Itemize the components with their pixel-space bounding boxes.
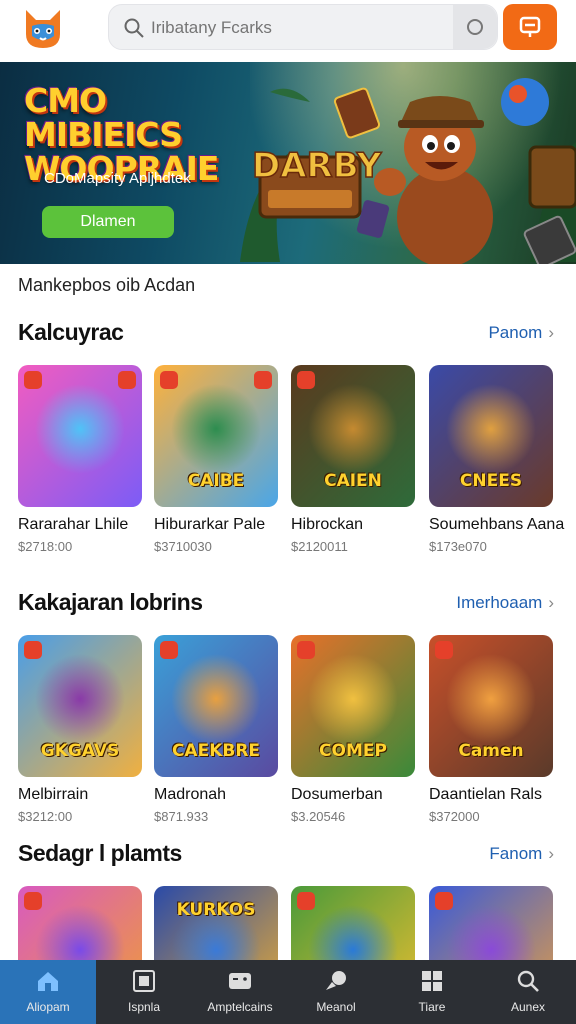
game-thumbnail: COMEP	[291, 635, 415, 777]
game-name: Madronah	[154, 786, 227, 803]
game-name: Dosumerban	[291, 786, 383, 803]
game-name: Rararahar Lhile	[18, 516, 129, 533]
badge-icon	[24, 371, 42, 389]
section-title: Kalcuyrac	[18, 319, 124, 345]
search-icon	[124, 18, 144, 38]
see-all-label: Imerhoaam	[456, 593, 543, 612]
circle-icon	[467, 19, 483, 35]
thumbnail-title: Camen	[458, 741, 524, 761]
search-bar[interactable]	[108, 4, 498, 50]
hero-banner[interactable]: DARBY CMO MIBIEICS WOOPRAIE CDoMapsity A…	[0, 62, 576, 264]
nav-item-library[interactable]: Ispnla	[96, 960, 192, 1024]
grid-icon	[422, 971, 442, 991]
top-header	[0, 0, 576, 62]
thumbnail-title: COMEP	[319, 741, 387, 761]
thumbnail-title: CAIBE	[187, 471, 245, 491]
nav-item-home[interactable]: Aliopam	[0, 960, 96, 1024]
game-thumbnail: Camen	[429, 635, 553, 777]
game-name: Hibrockan	[291, 516, 364, 533]
badge-icon	[435, 892, 453, 910]
nav-item-browse[interactable]: Tiare	[384, 960, 480, 1024]
badge-icon	[160, 371, 178, 389]
bag-icon	[519, 16, 541, 37]
game-price: $372000	[429, 809, 480, 824]
game-price: $3212:00	[18, 809, 73, 824]
marketplace-caption: Mankepbos oib Acdan	[18, 275, 196, 295]
game-name: Hiburarkar Pale	[154, 516, 266, 533]
see-all-label: Fanom	[489, 844, 543, 863]
nav-label: Aunex	[510, 1000, 546, 1014]
thumbnail-title: KURKOS	[176, 900, 256, 920]
nav-item-search[interactable]: Aunex	[480, 960, 576, 1024]
svg-text:DARBY: DARBY	[252, 146, 382, 186]
game-thumbnail: CAEKBRE	[154, 635, 278, 777]
game-price: $173e070	[429, 539, 487, 554]
game-price: $871.933	[154, 809, 209, 824]
badge-icon	[24, 892, 42, 910]
game-thumbnail: GKGAVS	[18, 635, 142, 777]
badge-icon	[297, 892, 315, 910]
game-thumbnail: CAIEN	[291, 365, 415, 507]
chevron-right-icon: ›	[548, 323, 554, 342]
badge-icon	[118, 371, 136, 389]
see-all-label: Panom	[488, 323, 543, 342]
section-see-all-link[interactable]: Fanom ›	[489, 844, 554, 864]
nav-label: Tiare	[418, 1000, 446, 1014]
game-thumbnail: CNEES	[429, 365, 553, 507]
search-icon	[517, 970, 539, 992]
game-price: $3710030	[154, 539, 212, 554]
chevron-right-icon: ›	[548, 593, 554, 612]
banner-cta-button[interactable]: Dlamen	[42, 206, 174, 238]
game-thumbnail	[18, 365, 142, 507]
nav-label: Aliopam	[26, 1000, 70, 1014]
banner-subtitle: CDoMapsity Apljhdtek	[44, 170, 191, 187]
search-input[interactable]	[151, 11, 451, 45]
game-name: Melbirrain	[18, 786, 89, 803]
thumbnail-title: GKGAVS	[40, 741, 120, 761]
thumbnail-title: CNEES	[459, 471, 523, 491]
library-icon	[133, 970, 155, 992]
section-see-all-link[interactable]: Panom ›	[488, 323, 554, 343]
thumbnail-title: CAEKBRE	[171, 741, 261, 761]
controller-icon	[229, 973, 251, 989]
game-price: $2718:00	[18, 539, 73, 554]
section-title: Sedagr l plamts	[18, 840, 182, 866]
bottom-navigation: Aliopam Ispnla Amptelcains Meanol Tiare …	[0, 960, 576, 1024]
nav-item-messages[interactable]: Meanol	[288, 960, 384, 1024]
game-name: Daantielan Rals	[429, 786, 542, 803]
game-name: Soumehbans Aana	[429, 516, 565, 533]
nav-label: Ispnla	[127, 1000, 161, 1014]
home-icon	[38, 972, 58, 991]
voice-search-button[interactable]	[453, 5, 497, 49]
badge-icon	[160, 641, 178, 659]
nav-item-games[interactable]: Amptelcains	[192, 960, 288, 1024]
badge-icon	[435, 641, 453, 659]
badge-icon	[24, 641, 42, 659]
section-title: Kakajaran lobrins	[18, 589, 203, 615]
badge-icon	[297, 641, 315, 659]
chevron-right-icon: ›	[548, 844, 554, 863]
nav-label: Meanol	[316, 1000, 356, 1014]
badge-icon	[254, 371, 272, 389]
banner-character-illustration: DARBY	[240, 78, 576, 264]
game-price: $3.20546	[291, 809, 346, 824]
badge-icon	[297, 371, 315, 389]
thumbnail-title: CAIEN	[324, 471, 382, 491]
section-see-all-link[interactable]: Imerhoaam ›	[456, 593, 554, 613]
game-price: $2120011	[291, 539, 348, 554]
chat-icon	[326, 971, 346, 990]
nav-label: Amptelcains	[207, 1000, 273, 1014]
fox-logo-icon[interactable]	[18, 4, 68, 52]
game-thumbnail: CAIBE	[154, 365, 278, 507]
cart-button[interactable]	[503, 4, 557, 50]
